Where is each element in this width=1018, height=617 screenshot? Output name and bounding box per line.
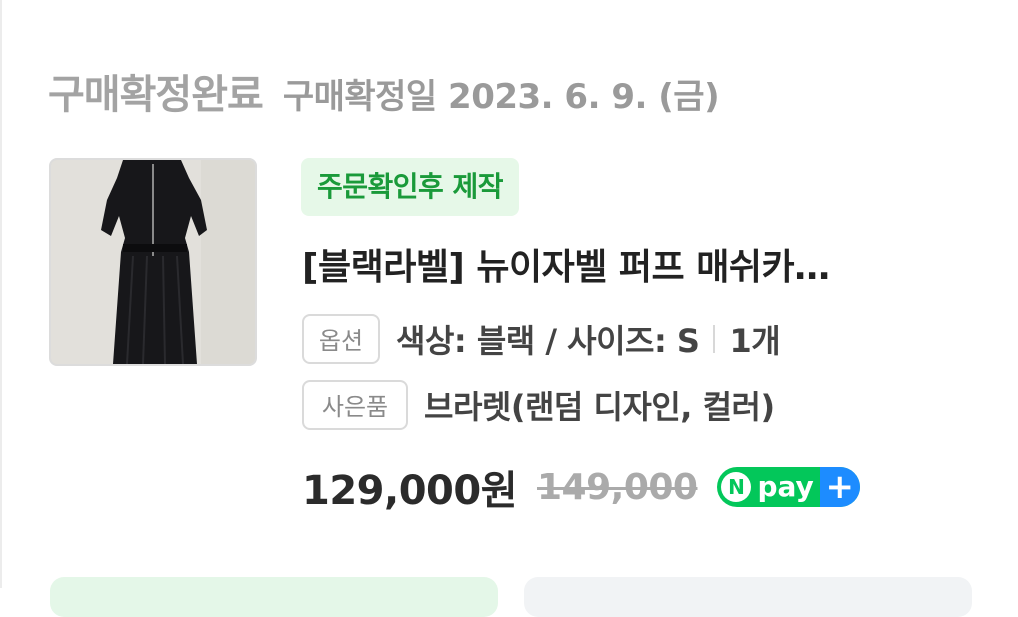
order-status: 구매확정완료	[48, 72, 264, 118]
npay-n-icon: N	[721, 472, 752, 502]
action-button-right[interactable]	[524, 577, 972, 617]
npay-label: pay	[757, 470, 814, 503]
option-text: 색상: 블랙 / 사이즈: S	[396, 322, 700, 360]
price-row: 129,000원 149,000 N pay +	[302, 458, 860, 516]
plus-icon: +	[819, 467, 860, 507]
order-header: 구매확정완료 구매확정일 2023. 6. 9. (금)	[48, 62, 720, 120]
confirm-date: 구매확정일 2023. 6. 9. (금)	[282, 77, 720, 117]
quantity-text: 1개	[729, 322, 781, 360]
npay-plus-badge: N pay +	[717, 467, 860, 507]
made-to-order-badge: 주문확인후 제작	[301, 158, 520, 216]
option-tag: 옵션	[302, 314, 380, 364]
gift-text: 브라렛(랜덤 디자인, 컬러)	[424, 388, 775, 426]
action-button-left[interactable]	[50, 577, 498, 617]
gift-tag: 사은품	[302, 380, 408, 430]
page-left-border	[0, 0, 2, 588]
sale-price: 129,000원	[302, 468, 518, 514]
product-thumbnail[interactable]	[49, 158, 257, 366]
original-price: 149,000	[537, 466, 698, 508]
option-divider	[713, 325, 716, 353]
option-row: 옵션 색상: 블랙 / 사이즈: S 1개	[302, 314, 781, 364]
gift-row: 사은품 브라렛(랜덤 디자인, 컬러)	[302, 380, 775, 430]
product-title[interactable]: [블랙라벨] 뉴이자벨 퍼프 매쉬카…	[302, 240, 942, 296]
dress-image	[51, 160, 255, 364]
